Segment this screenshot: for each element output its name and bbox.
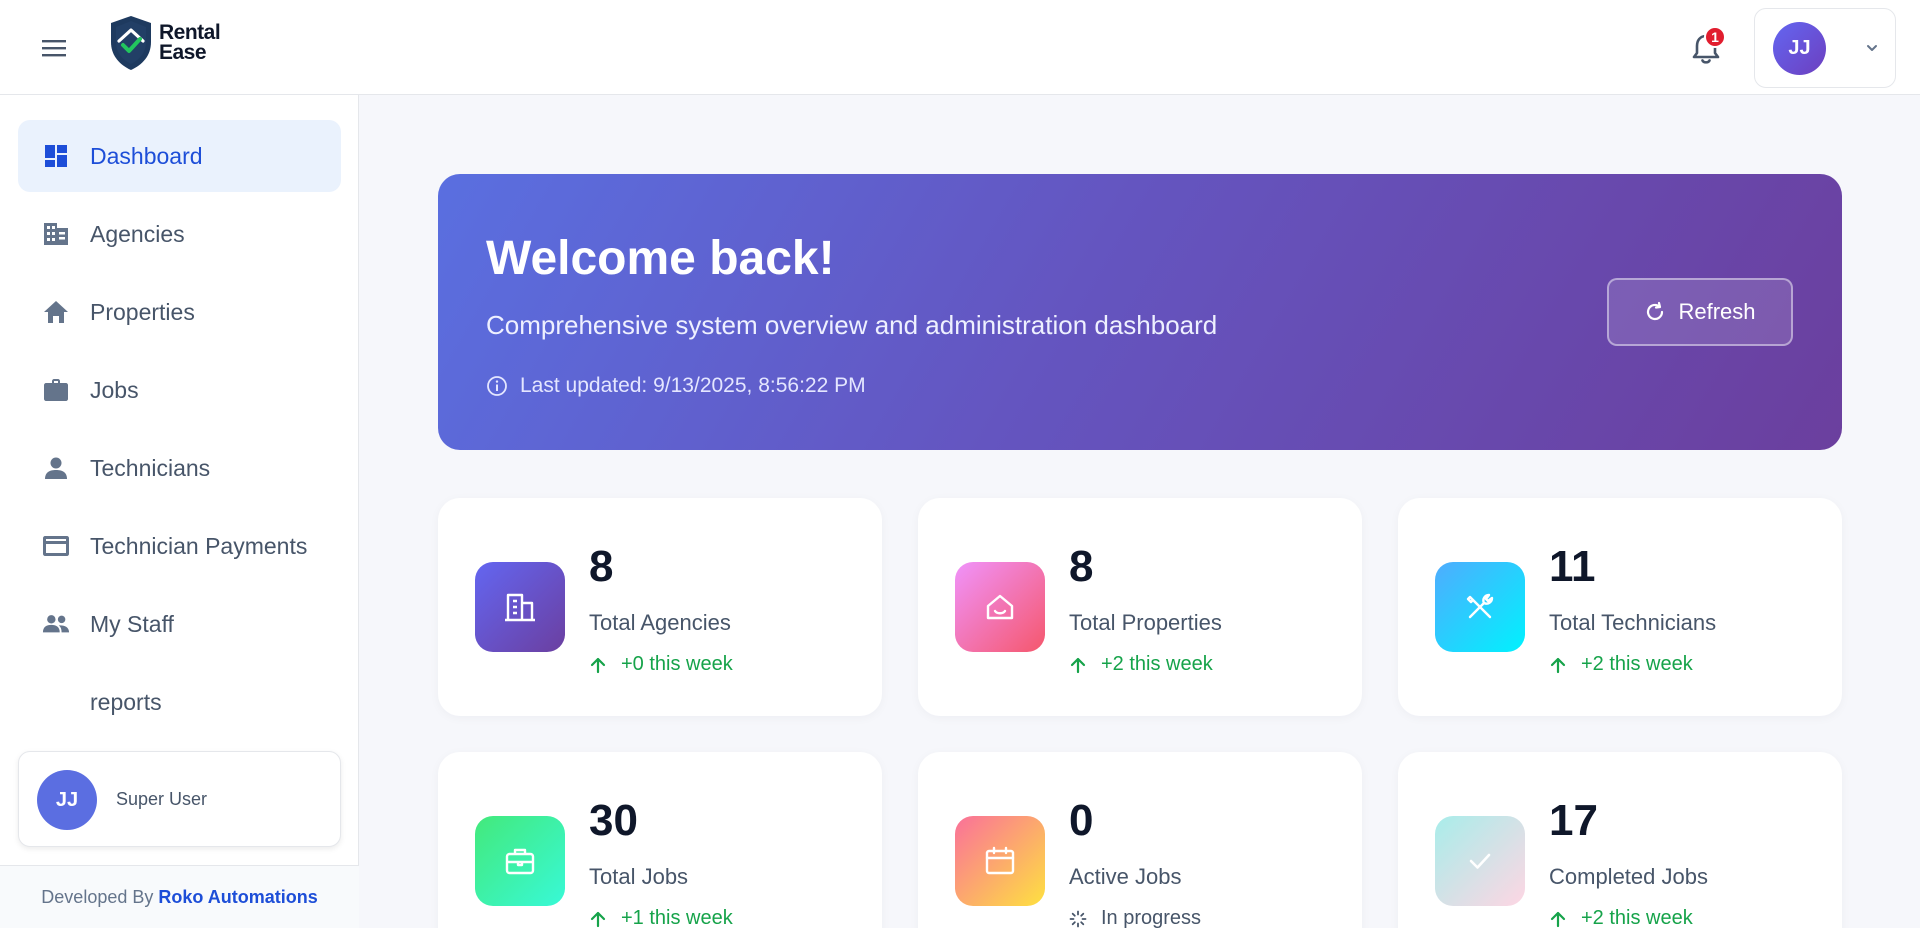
avatar: JJ (37, 770, 97, 830)
footer-prefix: Developed By (41, 886, 154, 907)
refresh-label: Refresh (1678, 299, 1756, 324)
notification-badge: 1 (1704, 26, 1726, 48)
sidebar-profile-card[interactable]: JJ Super User (18, 751, 341, 847)
stat-trend-text: +2 this week (1581, 653, 1693, 675)
home-icon (42, 298, 70, 326)
refresh-icon (1647, 301, 1664, 321)
sidebar-item-label: Properties (90, 298, 195, 325)
arrow-up-icon (1550, 911, 1566, 927)
stat-trend: +2 this week (1549, 907, 1693, 928)
sidebar-item-label: My Staff (90, 610, 174, 637)
refresh-button[interactable]: Refresh (1607, 278, 1793, 346)
stat-card-completed-jobs[interactable]: 17 Completed Jobs +2 this week (1398, 752, 1842, 928)
stat-trend: +1 this week (589, 907, 733, 928)
stat-trend: +2 this week (1069, 653, 1213, 676)
arrow-up-icon (590, 657, 606, 673)
person-icon (42, 454, 70, 482)
briefcase-icon (505, 848, 535, 875)
sidebar: Dashboard Agencies Properties Jobs Techn… (0, 95, 359, 928)
dashboard-icon (42, 142, 70, 170)
stat-value: 17 (1549, 796, 1598, 845)
stat-trend-text: +2 this week (1101, 653, 1213, 675)
stat-card-total-properties[interactable]: 8 Total Properties +2 this week (918, 498, 1362, 716)
sidebar-item-label: Agencies (90, 220, 185, 247)
stat-value: 0 (1069, 796, 1094, 845)
stat-card-total-jobs[interactable]: 30 Total Jobs +1 this week (438, 752, 882, 928)
tools-icon (1466, 593, 1494, 619)
menu-toggle-button[interactable] (38, 33, 70, 63)
sidebar-item-label: reports (90, 688, 162, 715)
sidebar-item-label: Technicians (90, 454, 211, 481)
briefcase-icon (42, 376, 70, 404)
brand-line-1: Rental (159, 21, 221, 44)
stat-trend: +2 this week (1549, 653, 1693, 676)
arrow-up-icon (1070, 657, 1086, 673)
sidebar-item-properties[interactable]: Properties (18, 276, 341, 348)
sidebar-item-technician-payments[interactable]: Technician Payments (18, 510, 341, 582)
brand-logo[interactable]: Rental Ease (107, 14, 221, 72)
calendar-icon (985, 846, 1015, 875)
stat-icon-tile (1435, 816, 1525, 906)
stat-label: Total Properties (1069, 610, 1222, 635)
stat-trend: In progress (1069, 907, 1201, 928)
stat-label: Total Agencies (589, 610, 731, 635)
brand-line-2: Ease (159, 41, 207, 64)
hamburger-icon (42, 40, 66, 57)
stat-icon-tile (1435, 562, 1525, 652)
arrow-up-icon (1550, 657, 1566, 673)
sidebar-item-reports[interactable]: reports (18, 666, 341, 738)
stat-value: 30 (589, 796, 638, 845)
stat-trend-text: In progress (1101, 907, 1202, 928)
stat-label: Total Jobs (589, 864, 689, 889)
stat-value: 8 (589, 542, 614, 591)
credit-card-icon (42, 532, 70, 560)
stat-label: Completed Jobs (1549, 864, 1708, 889)
stat-trend-text: +2 this week (1581, 907, 1693, 928)
sidebar-item-label: Dashboard (90, 142, 203, 169)
avatar: JJ (1773, 22, 1826, 75)
profile-role: Super User (116, 789, 208, 809)
stat-value: 11 (1549, 542, 1596, 591)
stat-icon-tile (475, 816, 565, 906)
stat-label: Active Jobs (1069, 864, 1182, 889)
stat-card-total-agencies[interactable]: 8 Total Agencies +0 this week (438, 498, 882, 716)
group-icon (42, 610, 70, 638)
info-icon (487, 376, 507, 396)
welcome-banner: Welcome back! Comprehensive system overv… (438, 174, 1842, 450)
building-icon (42, 220, 70, 248)
user-menu-button[interactable]: JJ (1754, 8, 1896, 88)
stat-trend-text: +0 this week (621, 653, 733, 675)
stat-trend-text: +1 this week (621, 907, 733, 928)
last-updated-text: Last updated: 9/13/2025, 8:56:22 PM (520, 374, 866, 397)
check-icon (1469, 853, 1491, 869)
arrow-up-icon (590, 911, 606, 927)
stat-value: 8 (1069, 542, 1094, 591)
sidebar-item-label: Jobs (90, 376, 139, 403)
stat-label: Total Technicians (1549, 610, 1717, 635)
stat-icon-tile (955, 562, 1045, 652)
sidebar-item-agencies[interactable]: Agencies (18, 198, 341, 270)
developer-link[interactable]: Roko Automations (158, 887, 317, 908)
top-bar: Rental Ease 1 JJ (0, 0, 1920, 95)
stat-trend: +0 this week (589, 653, 733, 676)
page-subtitle: Comprehensive system overview and admini… (486, 310, 1218, 340)
last-updated: Last updated: 9/13/2025, 8:56:22 PM (486, 374, 866, 398)
sidebar-footer: Developed By Roko Automations (0, 865, 359, 928)
sidebar-item-technicians[interactable]: Technicians (18, 432, 341, 504)
page-title: Welcome back! (486, 232, 835, 285)
stat-card-total-technicians[interactable]: 11 Total Technicians +2 this week (1398, 498, 1842, 716)
home-outline-icon (986, 594, 1014, 620)
stat-icon-tile (475, 562, 565, 652)
building-icon (505, 593, 535, 622)
chevron-down-icon (1867, 45, 1877, 51)
sidebar-item-label: Technician Payments (90, 532, 308, 559)
sidebar-item-dashboard[interactable]: Dashboard (18, 120, 341, 192)
brand-name: Rental Ease (159, 21, 221, 64)
spinner-icon (1069, 910, 1087, 927)
shield-house-icon (111, 16, 151, 70)
sidebar-item-jobs[interactable]: Jobs (18, 354, 341, 426)
sidebar-item-my-staff[interactable]: My Staff (18, 588, 341, 660)
stat-icon-tile (955, 816, 1045, 906)
stat-card-active-jobs[interactable]: 0 Active Jobs In progress (918, 752, 1362, 928)
